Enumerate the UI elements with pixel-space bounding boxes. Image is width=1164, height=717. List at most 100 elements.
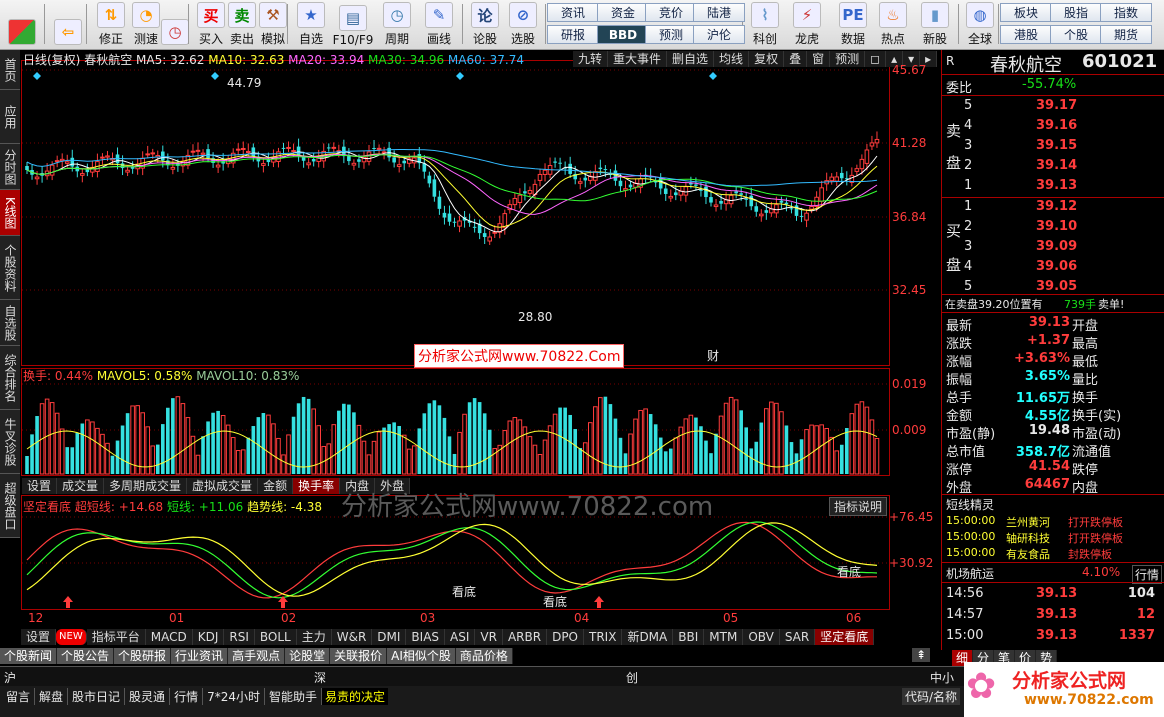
- info-tab[interactable]: 关联报价: [330, 648, 388, 664]
- indicator-tab[interactable]: OBV: [743, 629, 780, 645]
- chart-header-button[interactable]: 删自选: [667, 51, 715, 67]
- order-book-row[interactable]: 5 39.17: [942, 97, 1164, 115]
- status-item[interactable]: 股灵通: [125, 688, 171, 705]
- volume-tab[interactable]: 金额: [258, 478, 294, 494]
- indicator-tab[interactable]: KDJ: [192, 629, 225, 645]
- flash-row[interactable]: 15:00:00 有友食品 封跌停板: [942, 545, 1164, 563]
- chart-header-button[interactable]: 均线: [714, 51, 750, 67]
- indicator-tab[interactable]: 指标平台: [86, 629, 146, 645]
- info-tab[interactable]: 个股新闻: [0, 648, 58, 664]
- toolbar-lungu-button[interactable]: 论论股: [467, 2, 503, 47]
- chart-control-icon[interactable]: ◻: [865, 51, 887, 67]
- info-tab[interactable]: 个股研报: [114, 648, 172, 664]
- toolbar-pencil-button[interactable]: ✎ 画线: [421, 2, 457, 47]
- toolbar-longhu-button[interactable]: ⚡ 龙虎: [789, 2, 825, 47]
- indicator-tab[interactable]: RSI: [224, 629, 255, 645]
- indicator-tab[interactable]: SAR: [779, 629, 816, 645]
- info-tab[interactable]: AI相似个股: [387, 648, 456, 664]
- order-book-row[interactable]: 2 39.10: [942, 218, 1164, 236]
- quick-button[interactable]: 股指: [1050, 3, 1102, 22]
- flash-title[interactable]: 短线精灵: [946, 496, 994, 513]
- info-tab[interactable]: 个股公告: [57, 648, 115, 664]
- indicator-tab[interactable]: DMI: [372, 629, 407, 645]
- market-index-label[interactable]: 创: [626, 669, 638, 686]
- indicator-tab[interactable]: MACD: [145, 629, 193, 645]
- indicator-tab[interactable]: BOLL: [254, 629, 297, 645]
- code-name-search[interactable]: 代码/名称: [902, 688, 961, 705]
- info-tab[interactable]: 商品价格: [455, 648, 513, 664]
- indicator-tab[interactable]: 设置: [21, 629, 57, 645]
- indicator-tab[interactable]: 新DMA: [622, 629, 674, 645]
- toolbar-kechuang-button[interactable]: ⌇ 科创: [747, 2, 783, 47]
- quick-button[interactable]: 研报: [547, 25, 599, 44]
- quick-button[interactable]: 资讯: [547, 3, 599, 22]
- indicator-tab[interactable]: W&R: [331, 629, 373, 645]
- volume-tab[interactable]: 成交量: [57, 478, 105, 494]
- quick-button[interactable]: 竞价: [645, 3, 697, 22]
- status-item[interactable]: 股市日记: [68, 688, 126, 705]
- left-nav-tab[interactable]: 牛叉诊股: [0, 410, 20, 474]
- status-item[interactable]: 智能助手: [265, 688, 322, 705]
- market-index-label[interactable]: 沪: [4, 669, 16, 686]
- info-tab[interactable]: 论股堂: [285, 648, 331, 664]
- order-book-row[interactable]: 3 39.15: [942, 137, 1164, 155]
- quick-button[interactable]: BBD: [597, 25, 649, 44]
- left-nav-tab[interactable]: 个股资料: [0, 236, 20, 300]
- indicator-tab[interactable]: ASI: [445, 629, 476, 645]
- quick-button[interactable]: 指数: [1100, 3, 1152, 22]
- info-tab[interactable]: 高手观点: [228, 648, 286, 664]
- volume-tab[interactable]: 多周期成交量: [104, 478, 188, 494]
- chart-header-button[interactable]: 复权: [749, 51, 785, 67]
- indicator-tab[interactable]: MTM: [704, 629, 744, 645]
- left-nav-tab[interactable]: 首页: [0, 50, 20, 90]
- status-item[interactable]: 留言: [2, 688, 36, 705]
- order-book-row[interactable]: 1 39.13: [942, 177, 1164, 195]
- toolbar-select-stock-button[interactable]: ⊘ 选股: [505, 2, 541, 47]
- indicator-tab[interactable]: 坚定看底: [815, 629, 875, 645]
- volume-tab[interactable]: 换手率: [293, 478, 341, 494]
- left-nav-tab[interactable]: 自选股: [0, 300, 20, 346]
- quick-button[interactable]: 板块: [1000, 3, 1052, 22]
- toolbar-globe-button[interactable]: ◍ 全球: [962, 2, 998, 47]
- market-index-label[interactable]: 深: [314, 669, 326, 686]
- indicator-tab[interactable]: TRIX: [584, 629, 623, 645]
- expand-up-icon[interactable]: ⇞: [912, 648, 931, 662]
- quick-button[interactable]: 资金: [597, 3, 649, 22]
- order-book-row[interactable]: 4 39.16: [942, 117, 1164, 135]
- toolbar-period-button[interactable]: ◷ 周期: [379, 2, 415, 47]
- left-nav-tab[interactable]: K线图: [0, 190, 20, 236]
- toolbar-window-button[interactable]: [4, 2, 40, 47]
- toolbar-newstock-button[interactable]: ▮ 新股: [917, 2, 953, 47]
- quick-button[interactable]: 期货: [1100, 25, 1152, 44]
- chart-header-button[interactable]: 预测: [830, 51, 866, 67]
- indicator-tab[interactable]: BBI: [673, 629, 705, 645]
- order-book-row[interactable]: 2 39.14: [942, 157, 1164, 175]
- status-item[interactable]: 解盘: [35, 688, 69, 705]
- info-tab[interactable]: 行业资讯: [171, 648, 229, 664]
- toolbar-pe-button[interactable]: PE 数据: [835, 2, 871, 47]
- indicator-tab[interactable]: ARBR: [502, 629, 548, 645]
- indicator-tab[interactable]: VR: [475, 629, 503, 645]
- chart-header-button[interactable]: 重大事件: [608, 51, 668, 67]
- quick-button[interactable]: 港股: [1000, 25, 1052, 44]
- volume-tab[interactable]: 设置: [22, 478, 58, 494]
- chart-header-button[interactable]: 九转: [573, 51, 609, 67]
- order-book-row[interactable]: 1 39.12: [942, 198, 1164, 216]
- toolbar-f10-button[interactable]: ▤ F10/F9: [333, 2, 373, 47]
- indicator-help-button[interactable]: 指标说明: [829, 497, 888, 516]
- chart-header-button[interactable]: 叠: [784, 51, 808, 67]
- left-nav-tab[interactable]: 应用: [0, 90, 20, 144]
- kline-chart[interactable]: [21, 50, 941, 630]
- sector-row[interactable]: 机场航运 4.10% 行情: [942, 564, 1164, 584]
- order-book-row[interactable]: 4 39.06: [942, 258, 1164, 276]
- order-book-row[interactable]: 3 39.09: [942, 238, 1164, 256]
- toolbar-hot-button[interactable]: ♨ 热点: [875, 2, 911, 47]
- indicator-tab[interactable]: BIAS: [406, 629, 446, 645]
- toolbar-star-button[interactable]: ★ 自选: [293, 2, 329, 47]
- volume-tab[interactable]: 虚拟成交量: [187, 478, 259, 494]
- indicator-tab[interactable]: 主力: [296, 629, 332, 645]
- quick-button[interactable]: 陆港: [693, 3, 745, 22]
- left-nav-tab[interactable]: 分时图: [0, 144, 20, 190]
- status-item[interactable]: 行情: [170, 688, 204, 705]
- indicator-tab[interactable]: DPO: [547, 629, 584, 645]
